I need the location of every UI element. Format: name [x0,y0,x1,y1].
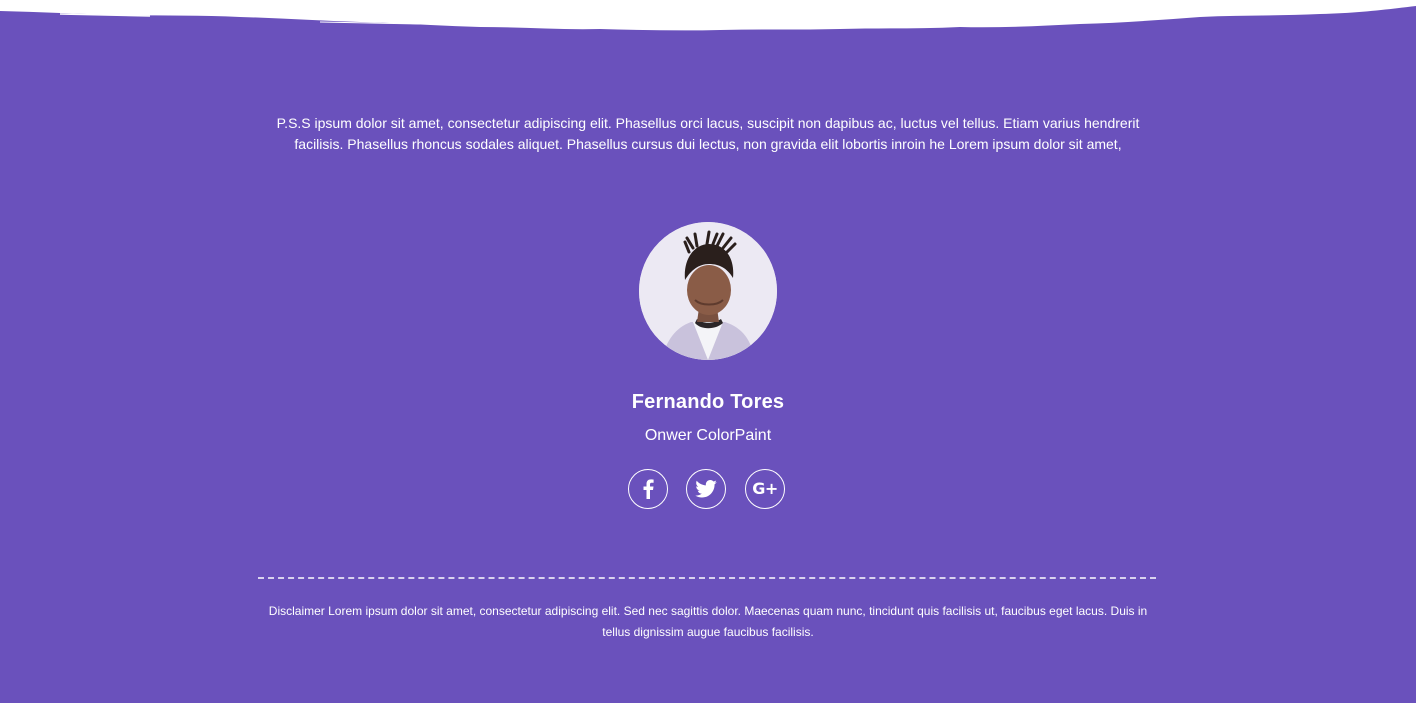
author-portrait [639,222,777,360]
dashed-divider [258,577,1156,579]
twitter-icon [695,480,717,498]
google-plus-icon: G+ [752,479,778,498]
disclaimer-text: Disclaimer Lorem ipsum dolor sit amet, c… [268,604,1148,639]
author-name: Fernando Tores [631,391,785,413]
avatar [639,222,777,360]
author-role: Onwer ColorPaint [644,427,772,444]
intro-text: P.S.S ipsum dolor sit amet, consectetur … [276,115,1140,152]
facebook-button[interactable] [628,469,668,509]
facebook-icon [643,479,654,499]
twitter-button[interactable] [686,469,726,509]
google-plus-button[interactable]: G+ [745,469,785,509]
brush-stroke-top-edge [0,0,1416,31]
